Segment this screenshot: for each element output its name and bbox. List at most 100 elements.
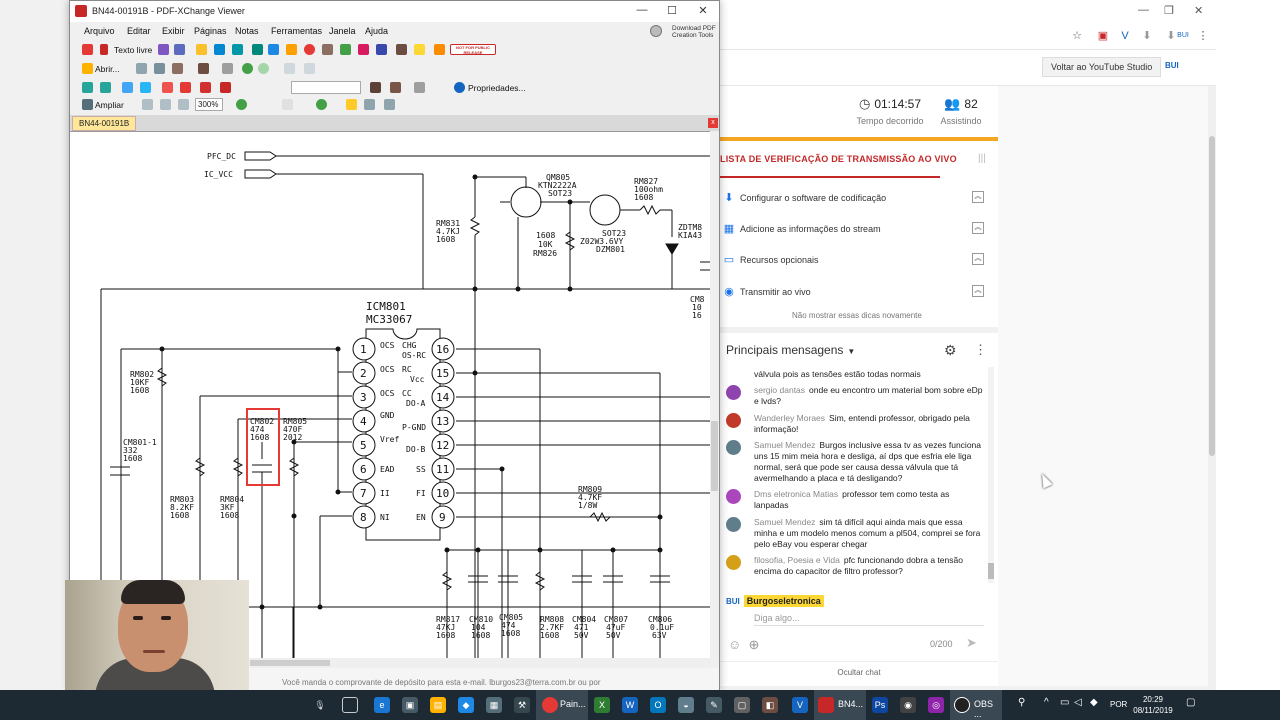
camera-icon[interactable]: ◉	[900, 697, 916, 713]
line-tool-icon[interactable]	[268, 44, 279, 55]
avatar[interactable]	[726, 413, 741, 428]
zoom-in-icon[interactable]	[316, 99, 327, 110]
chat-author[interactable]: Samuel Mendez	[754, 440, 815, 450]
taskbar-paint[interactable]: Pain...	[536, 690, 588, 720]
checklist-item-encoder[interactable]: ⬇ Configurar o software de codificação ︽	[720, 187, 998, 213]
zoom-slider-icon[interactable]	[282, 99, 293, 110]
save-icon[interactable]	[136, 63, 147, 74]
redo-icon[interactable]	[304, 63, 315, 74]
print-icon[interactable]	[154, 63, 165, 74]
menu-ajuda[interactable]: Ajuda	[365, 26, 388, 36]
dismiss-tips-link[interactable]: Não mostrar essas dicas novamente	[792, 311, 922, 320]
callout-icon[interactable]	[158, 44, 169, 55]
texto-livre-tool[interactable]: Texto livre	[114, 45, 152, 55]
hide-chat-button[interactable]: Ocultar chat	[720, 661, 998, 677]
polyline-icon[interactable]	[322, 44, 333, 55]
menu-paginas[interactable]: Páginas	[194, 26, 227, 36]
email-icon[interactable]	[172, 63, 183, 74]
rectangle-tool-icon[interactable]	[286, 44, 297, 55]
scan-icon[interactable]	[198, 63, 209, 74]
chat-input[interactable]: Diga algo...	[754, 613, 800, 623]
fit-page-icon[interactable]	[142, 99, 153, 110]
dropbox-icon[interactable]: ◆	[458, 697, 474, 713]
person-icon[interactable]: ⚲	[1018, 697, 1025, 708]
undo-icon[interactable]	[284, 63, 295, 74]
fit-width-icon[interactable]	[160, 99, 171, 110]
photoshop-icon[interactable]: Ps	[872, 697, 888, 713]
app-icon[interactable]: ◧	[762, 697, 778, 713]
measure-icon[interactable]	[214, 44, 225, 55]
vs-icon[interactable]: V	[792, 697, 808, 713]
checklist-item-stream-info[interactable]: ▦ Adicione as informações do stream ︽	[720, 218, 998, 244]
taskbar-obs[interactable]: OBS ...	[950, 690, 1002, 720]
chat-author[interactable]: Dms eletronica Matias	[754, 489, 838, 499]
select-text-icon[interactable]	[384, 99, 395, 110]
text-cursor-icon[interactable]	[232, 44, 243, 55]
maximize-icon[interactable]: ☐	[660, 4, 684, 17]
chat-scrollbar[interactable]	[988, 367, 994, 583]
pages-icon[interactable]	[140, 82, 151, 93]
chat-author[interactable]: filosofia, Poesia e Vida	[754, 555, 840, 565]
forward-nav-icon[interactable]	[258, 63, 269, 74]
pdf-extension-icon[interactable]: ▣	[1096, 29, 1110, 43]
viewer-icon[interactable]: ▢	[734, 697, 750, 713]
snapshot-icon[interactable]	[364, 99, 375, 110]
minimize-icon[interactable]: —	[630, 4, 654, 16]
outlook-icon[interactable]: O	[650, 697, 666, 713]
menu-notas[interactable]: Notas	[235, 26, 259, 36]
pen-icon[interactable]: ✎	[706, 697, 722, 713]
menu-exibir[interactable]: Exibir	[162, 26, 185, 36]
volume-icon[interactable]: ◁	[1074, 697, 1082, 708]
page-icon[interactable]	[122, 82, 133, 93]
browser-close-icon[interactable]: ✕	[1194, 4, 1203, 17]
checklist-item-go-live[interactable]: ◉ Transmitir ao vivo ︽	[720, 281, 998, 307]
avatar[interactable]	[726, 555, 741, 570]
tab-document[interactable]: BN44-00191B	[72, 116, 137, 131]
dollar-icon[interactable]: ⊕	[749, 637, 760, 652]
textbox-icon[interactable]	[100, 44, 108, 55]
drag-handle-icon[interactable]: |||	[978, 153, 988, 164]
chat-author[interactable]: Wanderley Moraes	[754, 413, 825, 423]
chevron-up-icon[interactable]: ︽	[972, 285, 984, 297]
hand-tool-icon[interactable]	[346, 99, 357, 110]
zoom-level-field[interactable]: 300%	[195, 98, 223, 111]
stamp-icon[interactable]	[434, 44, 445, 55]
cut-icon[interactable]	[162, 82, 173, 93]
avatar[interactable]	[726, 489, 741, 504]
close-icon[interactable]: ✕	[691, 4, 715, 17]
properties-icon[interactable]	[454, 82, 465, 93]
edge-icon[interactable]: e	[374, 697, 390, 713]
excel-icon[interactable]: X	[594, 697, 610, 713]
pdf-vertical-scrollbar[interactable]	[710, 131, 719, 658]
chat-author[interactable]: Samuel Mendez	[754, 517, 815, 527]
avatar[interactable]	[726, 385, 741, 400]
download-pdf-tools-button[interactable]: Download PDF Creation Tools	[650, 23, 716, 41]
tools-icon[interactable]	[414, 82, 425, 93]
page-scrollbar[interactable]	[1208, 86, 1216, 686]
stamp-preview[interactable]: NOT FOR PUBLIC RELEASE	[450, 44, 496, 55]
search-input[interactable]	[291, 81, 361, 94]
task-view-icon[interactable]	[342, 697, 358, 713]
tools-app-icon[interactable]: ⚒	[514, 697, 530, 713]
microphone-icon[interactable]: 🎙	[312, 697, 328, 713]
photo-icon[interactable]: ◒	[678, 697, 694, 713]
highlighter-icon[interactable]	[414, 44, 425, 55]
extension-v-icon[interactable]: V	[1118, 29, 1132, 43]
chevron-up-icon[interactable]: ︽	[972, 222, 984, 234]
network-icon[interactable]: ▭	[1060, 697, 1069, 708]
clock[interactable]: 20:29 08/11/2019	[1128, 694, 1178, 716]
chat-mode-dropdown[interactable]: Principais mensagens ▼	[726, 343, 855, 357]
back-nav-icon[interactable]	[242, 63, 253, 74]
avatar[interactable]	[726, 440, 741, 455]
actual-size-icon[interactable]	[178, 99, 189, 110]
text-select-icon[interactable]	[196, 44, 207, 55]
menu-arquivo[interactable]: Arquivo	[84, 26, 115, 36]
menu-editar[interactable]: Editar	[127, 26, 151, 36]
checklist-item-optional[interactable]: ▭ Recursos opcionais ︽	[720, 249, 998, 275]
link-icon[interactable]	[200, 82, 211, 93]
menu-janela[interactable]: Janela	[329, 26, 356, 36]
bookmark-icon[interactable]	[82, 44, 93, 55]
delete-icon[interactable]	[180, 82, 191, 93]
notification-icon[interactable]: ▢	[1186, 697, 1195, 708]
chevron-up-icon[interactable]: ︽	[972, 191, 984, 203]
